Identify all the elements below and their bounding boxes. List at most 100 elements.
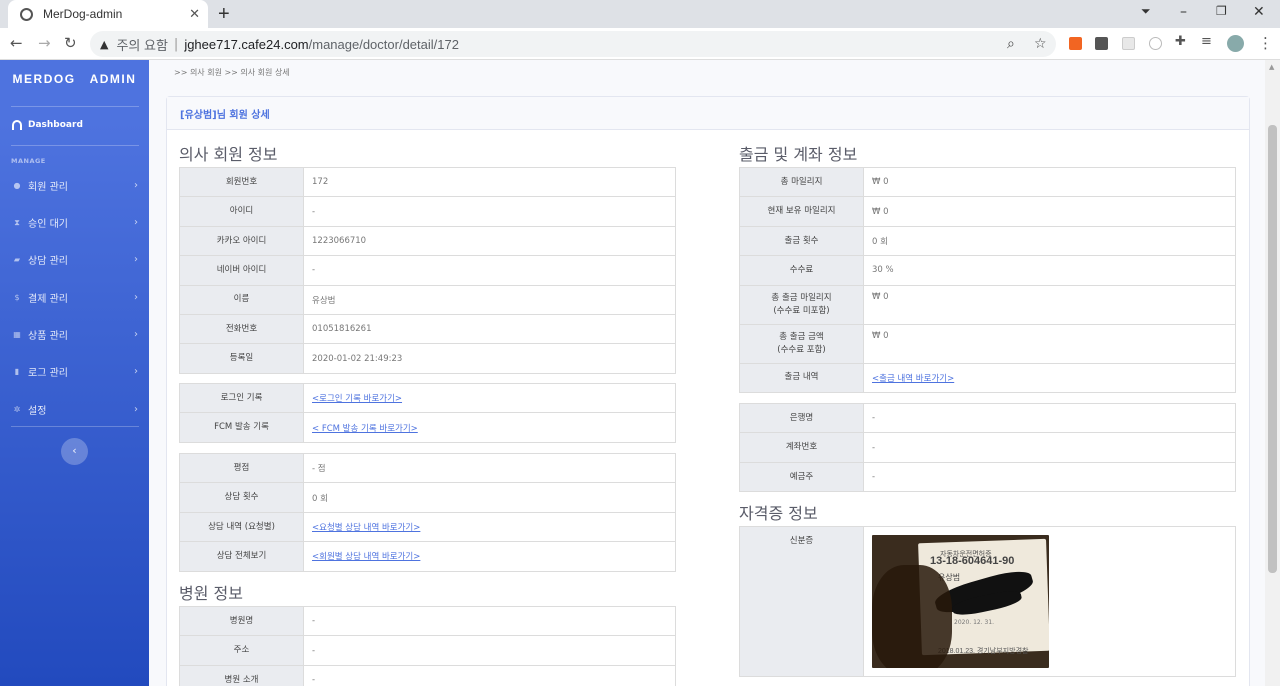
consult-by-member-link[interactable]: <회원별 상담 내역 바로가기> xyxy=(312,552,420,562)
section-title-doctor-info: 의사 회원 정보 xyxy=(179,145,278,164)
row-value: - xyxy=(863,432,1236,463)
row-value: 유상범 xyxy=(303,284,676,315)
scroll-up-icon[interactable]: ▲ xyxy=(1269,63,1274,71)
fcm-history-link[interactable]: < FCM 발송 기록 바로가기> xyxy=(312,424,418,434)
row-key: 평점 xyxy=(179,452,304,484)
new-tab-button[interactable]: + xyxy=(218,3,230,26)
sidebar-item-dashboard[interactable]: Dashboard xyxy=(12,120,83,130)
row-key: 아이디 xyxy=(179,196,304,227)
login-history-link[interactable]: <로그인 기록 바로가기> xyxy=(312,394,402,404)
warning-icon[interactable]: ▲ xyxy=(100,38,108,51)
row-key: 총 출금 금액 (수수료 포함) xyxy=(739,323,864,364)
chevron-left-icon: ‹ xyxy=(72,444,77,457)
row-key: 신분증 xyxy=(739,526,864,677)
id-card-photo[interactable]: 자동차운전면허증 13-18-604641-90 유상범 2020. 12. 3… xyxy=(872,535,1049,668)
sidebar-toggle-button[interactable]: ‹ xyxy=(61,438,88,465)
sidebar-item-label: 상품 관리 xyxy=(28,331,68,342)
sidebar: MERDOG ADMIN Dashboard MANAGE ● 회원 관리 › … xyxy=(0,60,149,686)
sidebar-item-label: Dashboard xyxy=(28,120,83,130)
section-title-certificate: 자격증 정보 xyxy=(739,504,818,523)
row-key-line: (수수료 미포함) xyxy=(773,305,830,316)
extension-icon[interactable] xyxy=(1095,37,1108,50)
browser-tab[interactable]: MerDog-admin ✕ xyxy=(8,0,208,28)
consult-info-table: 평점 - 점 상담 횟수 0 회 상담 내역 (요청별) <요청별 상담 내역 바로가… xyxy=(179,452,676,572)
row-value: 2020-01-02 21:49:23 xyxy=(303,343,676,374)
clipboard-icon: ▮ xyxy=(14,367,20,376)
restore-icon[interactable]: ❐ xyxy=(1216,4,1227,18)
sidebar-item-consult[interactable]: ▰ 상담 관리 › xyxy=(12,252,138,267)
table-row: 총 출금 마일리지 (수수료 미포함) ₩ 0 xyxy=(739,284,1236,325)
id-card-text: 2020. 12. 31. xyxy=(954,619,995,626)
log-links-table: 로그인 기록 <로그인 기록 바로가기> FCM 발송 기록 < FCM 발송 기록… xyxy=(179,382,676,443)
row-key-line: 총 출금 금액 xyxy=(779,331,824,342)
sidebar-item-members[interactable]: ● 회원 관리 › xyxy=(12,178,139,193)
chevron-right-icon: › xyxy=(134,217,138,228)
user-icon: ● xyxy=(13,181,21,190)
certificate-table: 신분증 자동차운전면허증 13-18-604641-90 유상범 2020. 1… xyxy=(739,526,1236,677)
section-title-withdrawal: 출금 및 계좌 정보 xyxy=(739,145,858,164)
hourglass-icon: ⧗ xyxy=(14,217,20,227)
row-key: 등록일 xyxy=(179,343,304,374)
extension-icon[interactable] xyxy=(1069,37,1082,50)
section-title-hospital: 병원 정보 xyxy=(179,584,243,603)
window-close-icon[interactable]: ✕ xyxy=(1253,4,1265,20)
row-key: 병원 소개 xyxy=(179,664,304,686)
row-value: 0 회 xyxy=(863,225,1236,257)
sidebar-item-payment[interactable]: $ 결제 관리 › xyxy=(12,290,138,305)
row-key: 총 마일리지 xyxy=(739,166,864,198)
dollar-icon: $ xyxy=(14,293,20,302)
row-value: - xyxy=(303,255,676,286)
avatar[interactable] xyxy=(1227,35,1244,52)
row-key: 예금주 xyxy=(739,461,864,493)
row-value: ₩ 0 xyxy=(863,166,1236,198)
table-row: 상담 내역 (요청별) <요청별 상담 내역 바로가기> xyxy=(179,511,676,543)
row-value: 01051816261 xyxy=(303,313,676,345)
row-key-line: (수수료 포함) xyxy=(777,344,826,355)
row-value: ₩ 0 xyxy=(863,196,1236,227)
brand-logo[interactable]: MERDOG ADMIN xyxy=(0,72,149,86)
puzzle-icon[interactable]: ✚ xyxy=(1175,34,1186,49)
gear-icon: ✲ xyxy=(13,405,21,414)
row-value: - xyxy=(863,461,1236,493)
browser-toolbar: ← → ↻ ▲ 주의 요함 | jghee717.cafe24.com /man… xyxy=(0,28,1280,60)
withdrawal-history-link[interactable]: <출금 내역 바로가기> xyxy=(872,374,954,384)
menu-icon[interactable]: ⋮ xyxy=(1258,34,1273,52)
back-icon[interactable]: ← xyxy=(10,34,23,52)
sidebar-item-logs[interactable]: ▮ 로그 관리 › xyxy=(12,364,138,379)
table-row: 회원번호 172 xyxy=(179,166,676,198)
sidebar-item-products[interactable]: ▦ 상품 관리 › xyxy=(12,327,138,342)
bookmark-star-icon[interactable]: ☆ xyxy=(1034,36,1047,52)
extension-icon[interactable] xyxy=(1149,37,1162,50)
table-row: 출금 횟수 0 회 xyxy=(739,225,1236,257)
close-tab-icon[interactable]: ✕ xyxy=(189,7,200,22)
sidebar-divider xyxy=(11,145,139,146)
table-row: 은행명 - xyxy=(739,402,1236,434)
extension-icon[interactable] xyxy=(1122,37,1135,50)
sidebar-item-settings[interactable]: ✲ 설정 › xyxy=(12,402,138,417)
table-row: 신분증 자동차운전면허증 13-18-604641-90 유상범 2020. 1… xyxy=(739,526,1236,677)
sidebar-heading: MANAGE xyxy=(11,157,46,165)
consult-by-request-link[interactable]: <요청별 상담 내역 바로가기> xyxy=(312,523,420,533)
minimize-icon[interactable]: – xyxy=(1180,4,1187,20)
row-value: <요청별 상담 내역 바로가기> xyxy=(303,511,676,543)
row-value: 1223066710 xyxy=(303,225,676,257)
chevron-right-icon: › xyxy=(134,366,138,377)
row-value: 172 xyxy=(303,166,676,198)
forward-icon[interactable]: → xyxy=(38,34,51,52)
row-key: 수수료 xyxy=(739,255,864,286)
row-key: 상담 횟수 xyxy=(179,482,304,513)
address-bar[interactable]: ▲ 주의 요함 | jghee717.cafe24.com /manage/do… xyxy=(90,31,1056,57)
scrollbar-thumb[interactable] xyxy=(1268,125,1277,573)
zoom-icon[interactable]: ⌕ xyxy=(1007,36,1015,52)
sidebar-item-approval[interactable]: ⧗ 승인 대기 › xyxy=(12,215,138,230)
card-title: [유상범]님 회원 상세 xyxy=(167,97,1249,130)
chevron-right-icon: › xyxy=(134,404,138,415)
media-icon[interactable]: ≡ xyxy=(1201,34,1212,49)
reload-icon[interactable]: ↻ xyxy=(64,34,77,52)
chevron-right-icon: › xyxy=(134,329,138,340)
row-value: < FCM 발송 기록 바로가기> xyxy=(303,412,676,443)
table-row: 예금주 - xyxy=(739,461,1236,493)
security-label[interactable]: 주의 요함 xyxy=(116,35,167,54)
profile-dropdown-icon[interactable]: ⏷ xyxy=(1141,4,1151,19)
page-scrollbar[interactable]: ▲ xyxy=(1265,60,1280,686)
